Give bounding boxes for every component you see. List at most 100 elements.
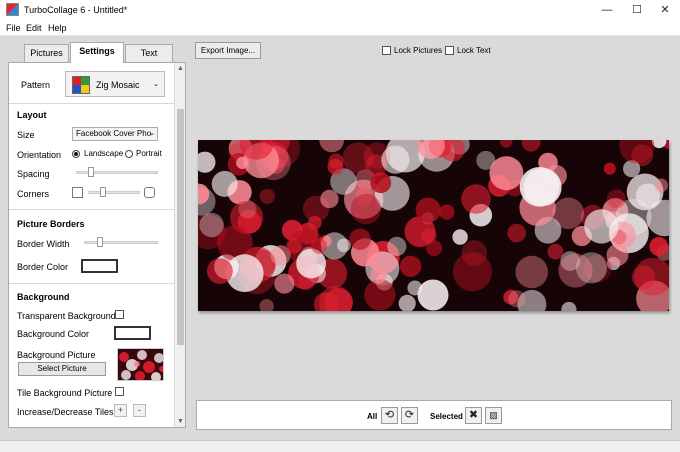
bokeh-light [370, 266, 387, 284]
bokeh-light [211, 170, 238, 197]
bokeh-light [547, 243, 564, 260]
corners-label: Corners [17, 189, 50, 199]
border-color-label: Border Color [17, 262, 69, 272]
bokeh-light [499, 140, 513, 148]
background-color-swatch[interactable] [114, 326, 151, 340]
bokeh-light [515, 255, 548, 289]
menu-help[interactable]: Help [48, 23, 67, 33]
thumbnail-bokeh [119, 350, 163, 380]
transparent-background-checkbox[interactable] [115, 310, 124, 319]
spacing-slider-thumb[interactable] [88, 167, 94, 177]
corners-slider-thumb[interactable] [100, 187, 106, 197]
bokeh-light [461, 184, 491, 214]
portrait-radio[interactable] [125, 150, 133, 158]
transparent-background-label: Transparent Background [17, 311, 116, 321]
bokeh-light [349, 228, 371, 250]
decrease-tiles-button[interactable]: - [133, 404, 146, 417]
rotate-right-icon[interactable]: ⟳ [401, 407, 418, 424]
bokeh-light [508, 290, 526, 308]
bokeh-light [519, 167, 560, 207]
minimize-button[interactable]: — [592, 0, 622, 20]
rotate-left-icon[interactable]: ⟲ [381, 407, 398, 424]
scroll-up-icon[interactable]: ▲ [175, 63, 185, 74]
landscape-radio[interactable] [72, 150, 80, 158]
pattern-selector[interactable]: Zig Mosaic ⌄ [65, 71, 165, 97]
maximize-button[interactable]: ☐ [622, 0, 652, 20]
rounded-corner-icon [144, 187, 155, 198]
tab-text[interactable]: Text [125, 44, 173, 62]
square-corner-icon [72, 187, 83, 198]
landscape-label: Landscape [84, 149, 124, 158]
bokeh-light [399, 255, 422, 277]
close-window-button[interactable]: ✕ [650, 0, 680, 20]
tab-settings[interactable]: Settings [70, 42, 124, 63]
background-picture-label: Background Picture [17, 350, 96, 360]
bokeh-light [350, 193, 382, 225]
panel-scrollbar[interactable]: ▲ ▼ [174, 63, 185, 427]
bokeh-light [342, 142, 374, 174]
bokeh-light [327, 158, 344, 175]
scroll-thumb[interactable] [177, 109, 184, 345]
bokeh-light [319, 140, 344, 153]
menu-file[interactable]: File [6, 23, 21, 33]
bokeh-light [259, 299, 274, 311]
settings-panel: Pattern Zig Mosaic ⌄ Layout Size Faceboo… [8, 62, 186, 428]
image-icon[interactable]: ▨ [485, 407, 502, 424]
lock-text-checkbox[interactable] [445, 46, 454, 56]
bokeh-light [398, 294, 416, 311]
bokeh-light [381, 145, 410, 174]
picture-borders-section-title: Picture Borders [17, 219, 85, 229]
tile-background-label: Tile Background Picture [17, 388, 113, 398]
app-icon [6, 3, 19, 16]
border-color-swatch[interactable] [81, 259, 118, 273]
bokeh-light [558, 253, 593, 288]
border-width-label: Border Width [17, 239, 70, 249]
bokeh-light [507, 223, 526, 243]
bokeh-light [417, 279, 449, 311]
bottom-action-bar: All ⟲ ⟳ Selected ✖ ▨ [196, 400, 672, 430]
border-width-slider-track [84, 241, 158, 244]
increase-decrease-tiles-label: Increase/Decrease Tiles [17, 407, 114, 417]
bokeh-light [521, 140, 541, 152]
pattern-label: Pattern [21, 80, 51, 90]
bokeh-collage-image [198, 140, 669, 311]
all-label: All [367, 412, 378, 421]
background-section-title: Background [17, 292, 70, 302]
delete-icon[interactable]: ✖ [465, 407, 482, 424]
title-bar: TurboCollage 6 - Untitled* — ☐ ✕ [0, 0, 680, 20]
orientation-label: Orientation [17, 150, 62, 160]
increase-tiles-button[interactable]: + [114, 404, 127, 417]
spacing-label: Spacing [17, 169, 50, 179]
bokeh-light [654, 178, 669, 193]
portrait-label: Portrait [136, 149, 162, 158]
menu-bar: File Edit Help [0, 20, 680, 36]
bokeh-light [259, 188, 275, 204]
lock-text-label: Lock Text [457, 46, 491, 55]
size-dropdown[interactable]: Facebook Cover Pho ⌄ [72, 127, 158, 141]
select-picture-button[interactable]: Select Picture [18, 362, 106, 376]
bokeh-light [364, 279, 396, 311]
bokeh-light [320, 189, 339, 209]
bokeh-light [603, 162, 616, 175]
bokeh-light [387, 236, 407, 256]
menu-edit[interactable]: Edit [26, 23, 42, 33]
export-image-button[interactable]: Export Image... [195, 42, 261, 59]
lock-text-option[interactable]: Lock Text [445, 46, 491, 56]
pattern-value: Zig Mosaic [96, 80, 140, 90]
collage-canvas[interactable] [198, 140, 669, 311]
bokeh-light [649, 237, 669, 256]
bokeh-light [415, 197, 441, 223]
tile-background-checkbox[interactable] [115, 387, 124, 396]
bokeh-light [606, 189, 626, 209]
bokeh-light [286, 238, 302, 254]
size-dropdown-value: Facebook Cover Pho [76, 129, 152, 138]
border-width-slider-thumb[interactable] [97, 237, 103, 247]
bokeh-light [310, 237, 327, 254]
window-title: TurboCollage 6 - Untitled* [24, 5, 128, 15]
background-color-label: Background Color [17, 329, 90, 339]
bokeh-light [552, 197, 585, 230]
tab-pictures[interactable]: Pictures [24, 44, 69, 62]
lock-pictures-checkbox[interactable] [382, 46, 391, 56]
lock-pictures-option[interactable]: Lock Pictures [382, 46, 442, 56]
scroll-down-icon[interactable]: ▼ [175, 416, 185, 427]
